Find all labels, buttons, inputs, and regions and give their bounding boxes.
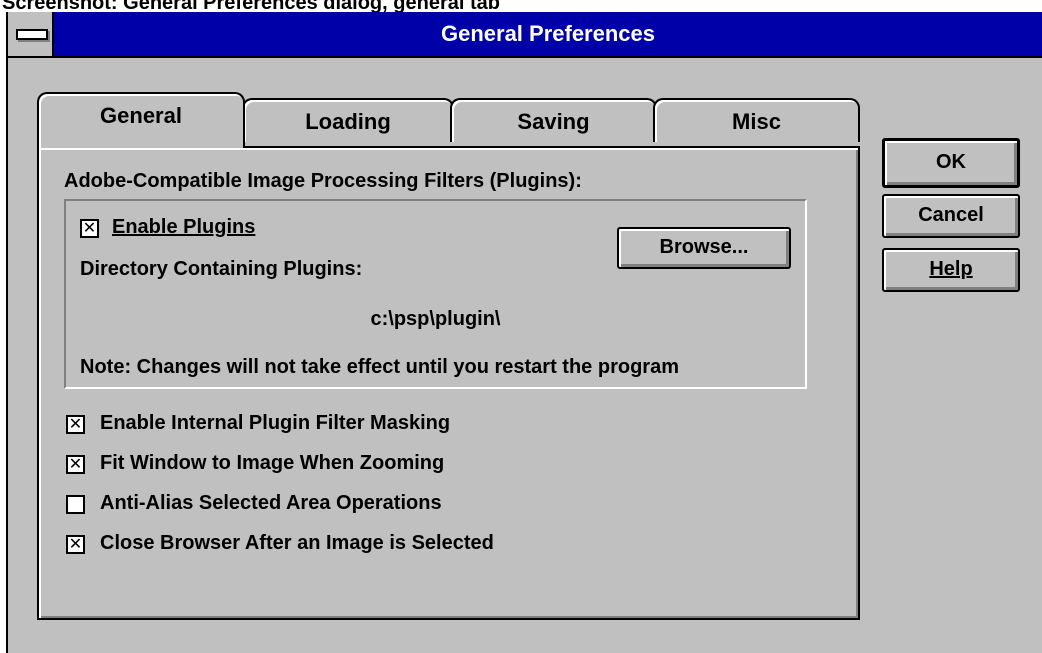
fit-window-checkbox[interactable]: ✕ bbox=[66, 455, 85, 474]
fit-window-label[interactable]: Fit Window to Image When Zooming bbox=[100, 452, 444, 475]
internal-masking-checkbox[interactable]: ✕ bbox=[66, 415, 85, 434]
check-mark-icon: ✕ bbox=[82, 220, 97, 237]
dialog-title: General Preferences bbox=[440, 21, 656, 46]
system-menu-icon bbox=[16, 29, 48, 40]
tab-saving[interactable]: Saving bbox=[450, 98, 657, 142]
help-button[interactable]: Help bbox=[882, 248, 1020, 292]
check-mark-icon: ✕ bbox=[68, 456, 83, 473]
plugins-heading: Adobe-Compatible Image Processing Filter… bbox=[64, 170, 582, 192]
close-browser-label[interactable]: Close Browser After an Image is Selected bbox=[100, 532, 494, 555]
cancel-button[interactable]: Cancel bbox=[882, 194, 1020, 238]
plugin-directory-value: c:\psp\plugin\ bbox=[370, 308, 501, 330]
enable-plugins-checkbox[interactable]: ✕ bbox=[80, 219, 99, 238]
restart-note: Note: Changes will not take effect until… bbox=[80, 356, 679, 378]
directory-label: Directory Containing Plugins: bbox=[80, 258, 363, 280]
check-mark-icon: ✕ bbox=[68, 416, 83, 433]
internal-masking-label[interactable]: Enable Internal Plugin Filter Masking bbox=[100, 412, 450, 435]
anti-alias-label[interactable]: Anti-Alias Selected Area Operations bbox=[100, 492, 442, 515]
check-mark-icon: ✕ bbox=[68, 536, 83, 553]
ok-button[interactable]: OK bbox=[882, 138, 1020, 188]
browse-button[interactable]: Browse... bbox=[617, 227, 791, 269]
system-menu-button[interactable] bbox=[8, 12, 54, 56]
tab-loading[interactable]: Loading bbox=[242, 98, 454, 142]
enable-plugins-label[interactable]: Enable Plugins bbox=[112, 216, 255, 239]
tab-misc[interactable]: Misc bbox=[653, 98, 860, 142]
close-browser-checkbox[interactable]: ✕ bbox=[66, 535, 85, 554]
background-caption: Screenshot: General Preferences dialog, … bbox=[2, 0, 500, 12]
title-bar: General Preferences bbox=[8, 12, 1042, 58]
tab-general[interactable]: General bbox=[37, 92, 245, 148]
anti-alias-checkbox[interactable] bbox=[66, 495, 85, 514]
